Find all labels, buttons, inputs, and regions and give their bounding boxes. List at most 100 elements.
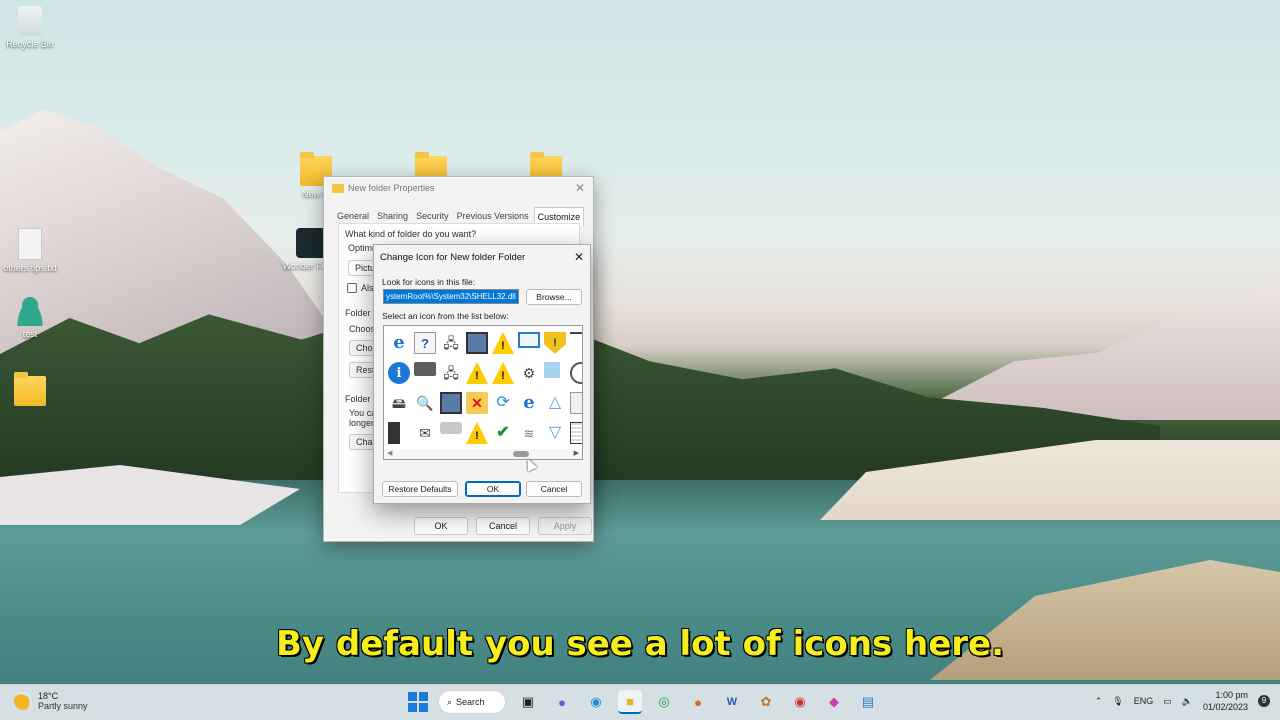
restore-defaults-button[interactable]: Restore Defaults xyxy=(382,481,458,497)
also-apply-checkbox[interactable] xyxy=(347,283,357,293)
printer-icon[interactable] xyxy=(414,362,436,376)
icon-file-path-value: ystemRoot%\System32\SHELL32.dll xyxy=(384,290,518,303)
help-document-icon[interactable]: ? xyxy=(414,332,436,354)
change-icon-dialog: Change Icon for New folder Folder ✕ Look… xyxy=(373,244,591,504)
blue-square-icon[interactable] xyxy=(544,362,560,378)
scrollbar-thumb[interactable] xyxy=(513,451,529,457)
scroll-right-icon[interactable]: ▶ xyxy=(574,449,579,457)
notification-badge[interactable]: 9 xyxy=(1258,695,1270,707)
wireless-drive-icon[interactable]: ≋ xyxy=(518,422,540,444)
warning-icon[interactable]: ! xyxy=(466,422,488,444)
icon-list[interactable]: e? 🖧!! i 🖧!! ⚙ 🖴 🔍 ✕ ⟳ e △ ✉! ✔ ≋ ▽ ◀ ▶ xyxy=(383,325,583,460)
notepad-icon[interactable]: ▤ xyxy=(856,690,880,714)
pages-icon[interactable] xyxy=(570,392,582,414)
folder-icon xyxy=(332,183,344,193)
refresh-icon[interactable]: ⟳ xyxy=(492,392,514,414)
folder-kind-question: What kind of folder do you want? xyxy=(345,229,477,239)
checkmark-icon[interactable]: ✔ xyxy=(492,422,514,444)
network-computers-icon[interactable]: 🖧 xyxy=(440,332,462,354)
cancel-button[interactable]: Cancel xyxy=(476,517,530,535)
network-drive-icon[interactable]: 🖴 xyxy=(388,392,410,414)
color-drop-icon[interactable]: ◆ xyxy=(822,690,846,714)
select-icon-label: Select an icon from the list below: xyxy=(382,311,509,321)
computer-network-icon[interactable] xyxy=(466,332,488,354)
triangle-up-icon[interactable]: △ xyxy=(544,392,566,414)
recycle-bin-icon xyxy=(18,6,42,36)
firefox-icon[interactable]: ● xyxy=(686,690,710,714)
security-shield-icon[interactable]: ! xyxy=(544,332,566,354)
folder-delete-icon[interactable]: ✕ xyxy=(466,392,488,414)
properties-titlebar: New folder Properties xyxy=(324,177,593,199)
dialog-buttons: OK Cancel Apply xyxy=(414,517,592,535)
icon-file-path-input[interactable]: ystemRoot%\System32\SHELL32.dll xyxy=(383,289,519,304)
apply-button[interactable]: Apply xyxy=(538,517,592,535)
dialog-title: Change Icon for New folder Folder xyxy=(380,252,526,263)
file-explorer-icon[interactable]: ■ xyxy=(618,690,642,714)
window-list-icon[interactable] xyxy=(570,422,582,444)
clock-time: 1:00 pm xyxy=(1215,690,1248,700)
desktop-icon-test[interactable]: test xyxy=(0,296,60,339)
browse-button[interactable]: Browse... xyxy=(526,289,582,305)
taskbar-apps: ⌕ Search ▣ ● ◉ ■ ◎ ● W ✿ ◉ ◆ ▤ xyxy=(408,690,880,714)
edge-browser-icon[interactable]: ◉ xyxy=(584,690,608,714)
system-tray: ⌃ 🎙 ENG ▭ 🔈 1:00 pm 01/02/2023 9 xyxy=(1095,689,1270,713)
desktop-icon-folder-4[interactable] xyxy=(0,372,60,409)
warning-icon[interactable]: ! xyxy=(492,362,514,384)
user-icon xyxy=(14,296,46,326)
taskbar-search[interactable]: ⌕ Search xyxy=(438,690,506,714)
volume-icon[interactable]: 🔈 xyxy=(1182,696,1193,707)
clock[interactable]: 1:00 pm 01/02/2023 xyxy=(1203,689,1248,713)
desktop-icon-recycle-bin[interactable]: Recycle Bin xyxy=(0,6,60,49)
info-icon[interactable]: i xyxy=(388,362,410,384)
microphone-icon[interactable]: 🎙 xyxy=(1112,696,1123,707)
internet-explorer-icon[interactable]: e xyxy=(388,332,410,354)
warning-icon[interactable]: ! xyxy=(466,362,488,384)
ok-button[interactable]: OK xyxy=(414,517,468,535)
word-icon[interactable]: W xyxy=(720,690,744,714)
server-check-icon[interactable] xyxy=(388,422,400,444)
lines-icon[interactable] xyxy=(570,332,582,342)
video-caption: By default you see a lot of icons here. xyxy=(275,624,1005,664)
monitor-icon[interactable] xyxy=(518,332,540,348)
chevron-up-icon[interactable]: ⌃ xyxy=(1095,696,1103,707)
record-icon[interactable]: ◉ xyxy=(788,690,812,714)
chrome-icon[interactable]: ◎ xyxy=(652,690,676,714)
weather-widget[interactable]: 18°C Partly sunny xyxy=(14,691,88,711)
window-title: New folder Properties xyxy=(348,183,435,193)
scroll-left-icon[interactable]: ◀ xyxy=(387,449,392,457)
network-devices-icon[interactable]: ⚙ xyxy=(518,362,540,384)
taskbar: 18°C Partly sunny ⌕ Search ▣ ● ◉ ■ ◎ ● W… xyxy=(0,684,1280,720)
triangle-down-icon[interactable]: ▽ xyxy=(544,422,566,444)
clock-date: 01/02/2023 xyxy=(1202,702,1248,712)
network-search-icon[interactable]: 🔍 xyxy=(414,392,436,414)
desktop-icon-others-tips[interactable]: others tips.txt xyxy=(0,228,60,273)
clock-icon[interactable] xyxy=(570,362,582,384)
weather-temp: 18°C xyxy=(38,691,59,701)
computer-network-icon[interactable] xyxy=(440,392,462,414)
network-icon[interactable]: ▭ xyxy=(1163,696,1172,707)
text-document-icon xyxy=(18,228,42,260)
warning-icon[interactable]: ! xyxy=(492,332,514,354)
start-button[interactable] xyxy=(408,692,428,712)
mail-computer-icon[interactable]: ✉ xyxy=(414,422,436,444)
teams-chat-icon[interactable]: ● xyxy=(550,690,574,714)
search-label: Search xyxy=(456,697,485,707)
search-icon: ⌕ xyxy=(447,696,453,707)
cancel-button[interactable]: Cancel xyxy=(526,481,582,497)
network-computers-icon[interactable]: 🖧 xyxy=(440,362,462,384)
language-indicator[interactable]: ENG xyxy=(1134,696,1154,706)
wallpaper-mountain-right xyxy=(900,280,1280,420)
task-view-icon[interactable]: ▣ xyxy=(516,690,540,714)
horizontal-scrollbar[interactable]: ◀ ▶ xyxy=(384,449,582,459)
close-icon[interactable]: ✕ xyxy=(574,250,584,264)
scanner-icon[interactable] xyxy=(440,422,462,434)
look-for-icons-label: Look for icons in this file: xyxy=(382,277,476,287)
folder-icon xyxy=(14,372,46,406)
weather-desc: Partly sunny xyxy=(38,701,88,711)
paint-icon[interactable]: ✿ xyxy=(754,690,778,714)
icon-grid: e? 🖧!! i 🖧!! ⚙ 🖴 🔍 ✕ ⟳ e △ ✉! ✔ ≋ ▽ xyxy=(384,326,582,452)
partly-sunny-icon xyxy=(14,692,32,710)
ok-button[interactable]: OK xyxy=(465,481,521,497)
close-icon[interactable]: ✕ xyxy=(573,181,587,195)
internet-explorer-icon[interactable]: e xyxy=(518,392,540,414)
